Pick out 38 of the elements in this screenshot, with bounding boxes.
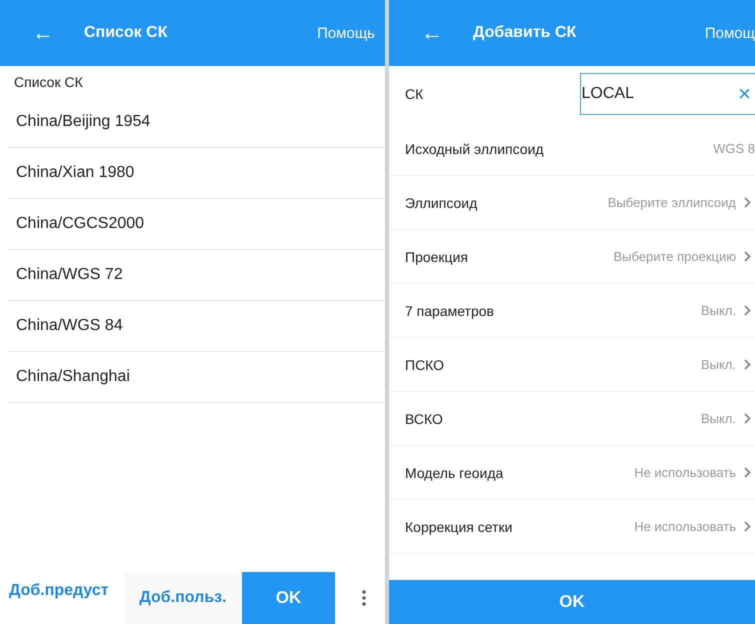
chevron-icon: [744, 251, 751, 262]
settings-row[interactable]: Эллипсоид Выберите эллипсоид: [389, 176, 755, 230]
row-label: Коррекция сетки: [405, 518, 514, 534]
screen-title: Список СК: [84, 24, 168, 42]
chevron-icon: [744, 197, 751, 208]
row-label: ПСКО: [405, 356, 446, 372]
row-value: Не использовать: [634, 519, 736, 534]
row-value: WGS 8: [713, 141, 755, 156]
row-label: Проекция: [405, 248, 469, 264]
settings-row[interactable]: Коррекция сетки Не использовать: [389, 500, 755, 554]
row-label: Эллипсоид: [405, 194, 478, 210]
chevron-icon: [744, 521, 751, 532]
screen-title: Добавить СК: [473, 24, 578, 42]
more-icon[interactable]: [361, 589, 367, 607]
row-value: Выберите эллипсоид: [608, 195, 736, 210]
add-preset-link[interactable]: Доб.предуст: [0, 582, 124, 600]
row-label: Модель геоида: [405, 464, 504, 480]
add-user-button[interactable]: Доб.польз.: [124, 572, 242, 624]
section-label: Список СК: [13, 73, 84, 92]
settings-row[interactable]: ПСКО Выкл.: [389, 338, 755, 392]
chevron-icon: [744, 413, 751, 424]
settings-row[interactable]: Проекция Выберите проекцию: [389, 230, 755, 284]
settings-row[interactable]: 7 параметров Выкл.: [389, 284, 755, 338]
chevron-icon: [744, 467, 751, 478]
row-value: Выкл.: [700, 303, 736, 318]
field-label: СК: [404, 86, 424, 102]
row-value: Не использовать: [634, 465, 736, 480]
name-field[interactable]: LOCAL ×: [580, 73, 755, 115]
settings-row[interactable]: ВСКО Выкл.: [389, 392, 755, 446]
row-value: Выкл.: [700, 411, 736, 426]
row-label: 7 параметров: [405, 302, 495, 318]
settings-row[interactable]: Модель геоида Не использовать: [389, 446, 755, 500]
row-value: Выкл.: [700, 357, 736, 372]
row-label: ВСКО: [405, 410, 444, 426]
chevron-icon: [744, 305, 751, 316]
chevron-icon: [744, 359, 751, 370]
row-label: Исходный эллипсоид: [405, 140, 545, 156]
row-value: Выберите проекцию: [613, 249, 736, 264]
